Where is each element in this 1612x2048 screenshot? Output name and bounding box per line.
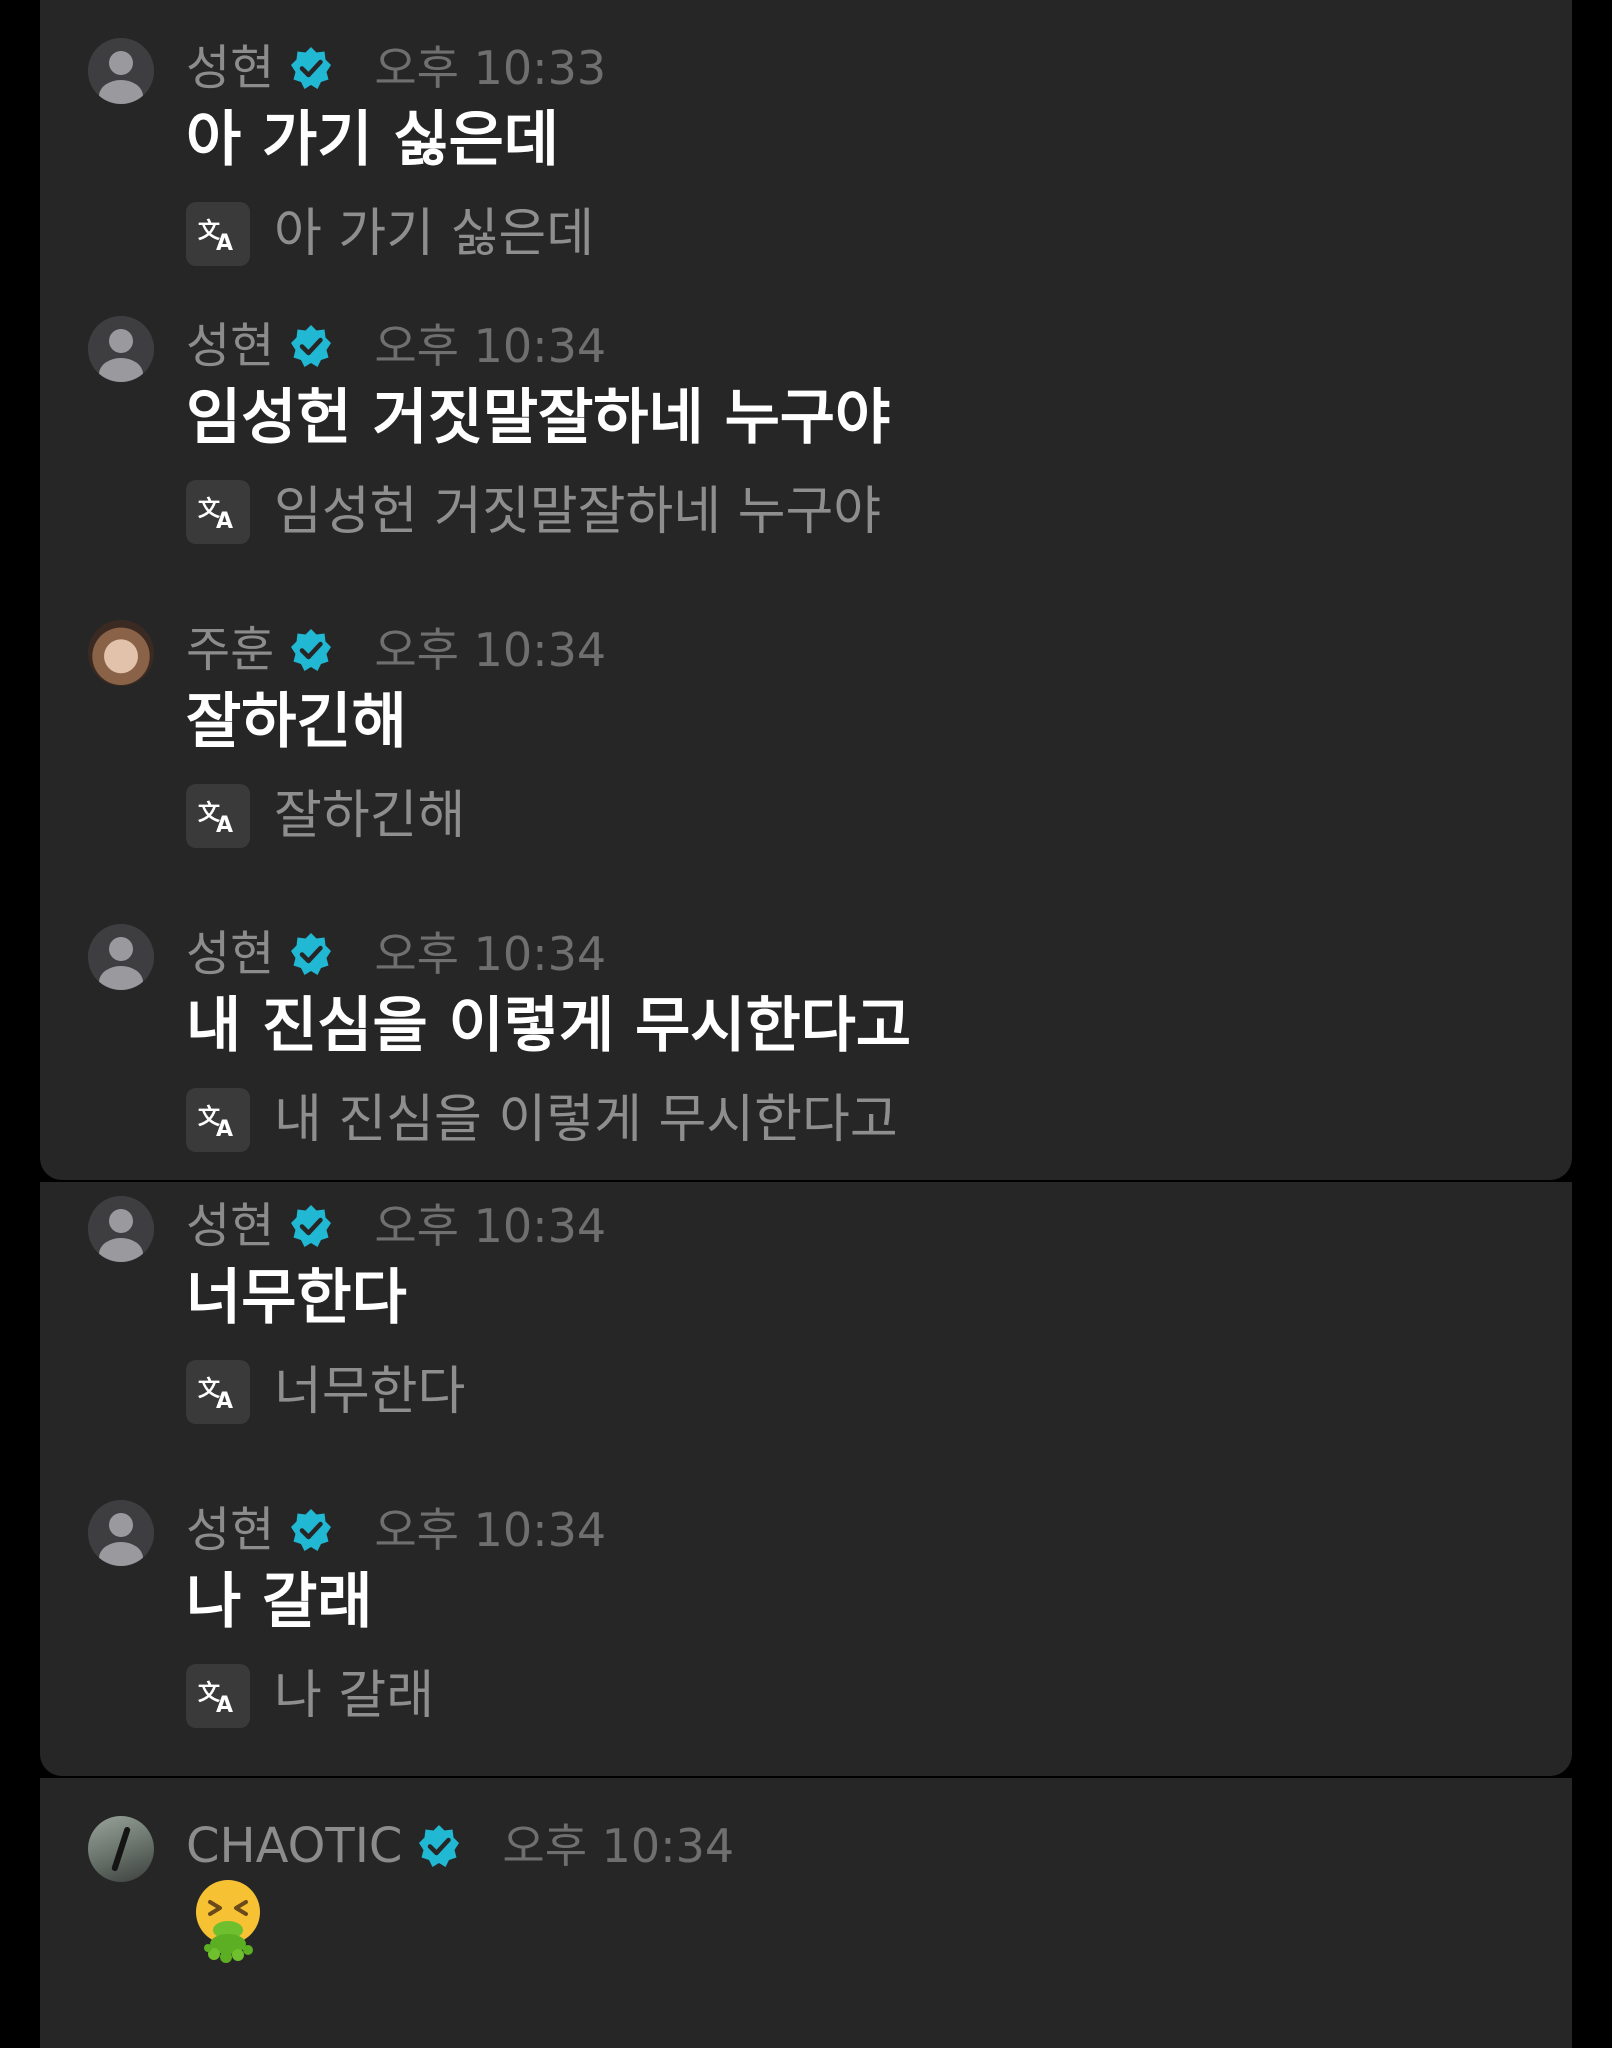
message-header: 주훈 오후 10:34 bbox=[186, 620, 606, 680]
translation-row: 文 A 내 진심을 이렇게 무시한다고 bbox=[186, 1086, 898, 1154]
person-silhouette-icon bbox=[88, 1500, 154, 1566]
translated-text: 아 가기 싫은데 bbox=[274, 204, 595, 264]
message-header: 성현 오후 10:34 bbox=[186, 316, 606, 376]
translate-icon[interactable]: 文 A bbox=[186, 784, 250, 848]
avatar[interactable] bbox=[88, 1196, 154, 1262]
translated-text: 잘하긴해 bbox=[274, 786, 466, 846]
translate-icon[interactable]: 文 A bbox=[186, 202, 250, 266]
svg-text:A: A bbox=[216, 1693, 233, 1718]
message-text[interactable]: 잘하긴해 bbox=[186, 682, 407, 762]
verified-badge-icon bbox=[291, 629, 332, 671]
svg-text:A: A bbox=[216, 813, 233, 838]
message-text[interactable]: 아 가기 싫은데 bbox=[186, 100, 559, 180]
chat-message: 성현 오후 10:34 임성헌 거짓말잘하네 누구야 文 A 임성헌 거짓말잘하… bbox=[40, 278, 1572, 548]
translate-icon[interactable]: 文 A bbox=[186, 480, 250, 544]
translation-row: 文 A 임성헌 거짓말잘하네 누구야 bbox=[186, 478, 881, 546]
person-silhouette-icon bbox=[88, 316, 154, 382]
verified-badge-icon bbox=[291, 1205, 332, 1247]
sender-name[interactable]: 성현 bbox=[186, 1196, 274, 1256]
timestamp: 오후 10:34 bbox=[502, 1819, 735, 1873]
timestamp: 오후 10:33 bbox=[374, 41, 607, 95]
verified-badge-icon bbox=[291, 933, 332, 975]
chat-message: 성현 오후 10:34 내 진심을 이렇게 무시한다고 文 A 내 진심을 이렇… bbox=[40, 886, 1572, 1156]
translate-icon[interactable]: 文 A bbox=[186, 1664, 250, 1728]
timestamp: 오후 10:34 bbox=[374, 319, 607, 373]
chat-message: 성현 오후 10:33 아 가기 싫은데 文 A 아 가기 싫은데 bbox=[40, 0, 1572, 270]
chat-message: 주훈 오후 10:34 잘하긴해 文 A 잘하긴해 bbox=[40, 582, 1572, 852]
translation-row: 文 A 나 갈래 bbox=[186, 1662, 434, 1730]
message-header: 성현 오후 10:34 bbox=[186, 924, 606, 984]
person-silhouette-icon bbox=[88, 1196, 154, 1262]
chat-panel: 성현 오후 10:34 너무한다 文 A 너무한다 성현 오후 10:34 나 … bbox=[40, 1182, 1572, 1776]
timestamp: 오후 10:34 bbox=[374, 623, 607, 677]
sender-name[interactable]: 성현 bbox=[186, 316, 274, 376]
avatar[interactable] bbox=[88, 620, 154, 686]
verified-badge-icon bbox=[291, 1509, 332, 1551]
timestamp: 오후 10:34 bbox=[374, 1503, 607, 1557]
sender-name[interactable]: 주훈 bbox=[186, 620, 274, 680]
translation-row: 文 A 너무한다 bbox=[186, 1358, 465, 1426]
avatar[interactable] bbox=[88, 1816, 154, 1882]
vomiting-face-icon[interactable] bbox=[190, 1878, 270, 1964]
person-silhouette-icon bbox=[88, 924, 154, 990]
sender-name[interactable]: 성현 bbox=[186, 38, 274, 98]
chat-message: 성현 오후 10:34 나 갈래 文 A 나 갈래 bbox=[40, 1462, 1572, 1732]
sender-name[interactable]: CHAOTIC bbox=[186, 1816, 402, 1876]
svg-text:A: A bbox=[216, 231, 233, 256]
avatar[interactable] bbox=[88, 1500, 154, 1566]
translated-text: 임성헌 거짓말잘하네 누구야 bbox=[274, 482, 882, 542]
message-header: 성현 오후 10:33 bbox=[186, 38, 606, 98]
message-header: 성현 오후 10:34 bbox=[186, 1500, 606, 1560]
translation-row: 文 A 잘하긴해 bbox=[186, 782, 465, 850]
svg-text:A: A bbox=[216, 509, 233, 534]
svg-text:A: A bbox=[216, 1389, 233, 1414]
avatar[interactable] bbox=[88, 316, 154, 382]
person-silhouette-icon bbox=[88, 38, 154, 104]
verified-badge-icon bbox=[419, 1825, 460, 1867]
translate-icon[interactable]: 文 A bbox=[186, 1088, 250, 1152]
translate-icon[interactable]: 文 A bbox=[186, 1360, 250, 1424]
message-text[interactable]: 너무한다 bbox=[186, 1258, 407, 1338]
avatar[interactable] bbox=[88, 38, 154, 104]
timestamp: 오후 10:34 bbox=[374, 1199, 607, 1253]
translated-text: 너무한다 bbox=[274, 1362, 466, 1422]
message-text[interactable]: 내 진심을 이렇게 무시한다고 bbox=[186, 986, 911, 1066]
message-header: 성현 오후 10:34 bbox=[186, 1196, 606, 1256]
chat-panel: 성현 오후 10:33 아 가기 싫은데 文 A 아 가기 싫은데 성현 오후 … bbox=[40, 0, 1572, 1180]
verified-badge-icon bbox=[291, 325, 332, 367]
sender-name[interactable]: 성현 bbox=[186, 924, 274, 984]
chat-message: CHAOTIC 오후 10:34 bbox=[40, 1778, 1572, 2048]
avatar[interactable] bbox=[88, 924, 154, 990]
message-header: CHAOTIC 오후 10:34 bbox=[186, 1816, 734, 1876]
translated-text: 나 갈래 bbox=[274, 1666, 435, 1726]
verified-badge-icon bbox=[291, 47, 332, 89]
svg-text:A: A bbox=[216, 1117, 233, 1142]
chat-panel: CHAOTIC 오후 10:34 bbox=[40, 1778, 1572, 2048]
translated-text: 내 진심을 이렇게 무시한다고 bbox=[274, 1090, 898, 1150]
chat-message: 성현 오후 10:34 너무한다 文 A 너무한다 bbox=[40, 1158, 1572, 1428]
timestamp: 오후 10:34 bbox=[374, 927, 607, 981]
message-text[interactable]: 나 갈래 bbox=[186, 1562, 373, 1642]
sender-name[interactable]: 성현 bbox=[186, 1500, 274, 1560]
translation-row: 文 A 아 가기 싫은데 bbox=[186, 200, 594, 268]
message-text[interactable]: 임성헌 거짓말잘하네 누구야 bbox=[186, 378, 890, 458]
